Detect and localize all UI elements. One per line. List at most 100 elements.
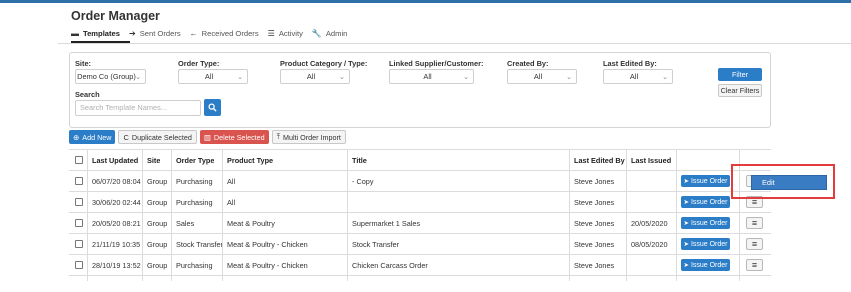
issue-order-label: Issue Order	[690, 177, 728, 185]
cell-title: - Copy	[352, 176, 374, 186]
templates-table: Last Updated Site Order Type Product Typ…	[69, 149, 771, 281]
row-menu-button[interactable]: ≡	[746, 238, 763, 250]
tab-activity[interactable]: ☰ Activity	[268, 29, 303, 38]
multi-order-import-button[interactable]: ⤒ Multi Order Import	[271, 130, 346, 144]
cell-product-type: All	[227, 176, 236, 186]
last-edited-by-label: Last Edited By:	[603, 59, 657, 68]
send-icon: ➤	[683, 199, 689, 206]
search-button[interactable]	[204, 99, 221, 116]
duplicate-selected-button[interactable]: C Duplicate Selected	[118, 130, 197, 144]
col-order-type[interactable]: Order Type	[176, 150, 214, 170]
linked-select-value: All	[423, 72, 432, 81]
order-type-select[interactable]: All ⌄	[178, 69, 248, 84]
cell-order-type: Purchasing	[176, 197, 213, 207]
nav-divider	[58, 43, 851, 44]
issue-order-button[interactable]: ➤ Issue Order	[681, 238, 730, 250]
linked-label: Linked Supplier/Customer:	[389, 59, 484, 68]
table-row[interactable]: 28/10/19 13:52 Group Purchasing Meat & P…	[69, 255, 771, 276]
category-select[interactable]: All ⌄	[280, 69, 350, 84]
cell-site: Group	[147, 239, 168, 249]
import-label: Multi Order Import	[283, 132, 341, 142]
row-checkbox[interactable]	[75, 261, 83, 269]
cell-last-edited-by: Steve Jones	[574, 176, 615, 186]
cell-title: Stock Transfer	[352, 239, 400, 249]
created-by-select[interactable]: All ⌄	[507, 69, 577, 84]
add-new-button[interactable]: ⊕ Add New	[69, 130, 116, 144]
chevron-down-icon: ⌄	[237, 74, 243, 81]
copy-icon: C	[123, 132, 129, 142]
edit-menu-item[interactable]: Edit	[752, 176, 826, 189]
row-menu-button[interactable]: ≡	[746, 259, 763, 271]
cell-order-type: Sales	[176, 218, 195, 228]
issue-order-button[interactable]: ➤ Issue Order	[681, 217, 730, 229]
linked-select[interactable]: All ⌄	[389, 69, 474, 84]
site-select[interactable]: Demo Co (Group) ⌄	[75, 69, 146, 84]
table-row[interactable]: 06/07/20 08:04 Group Purchasing All - Co…	[69, 171, 771, 192]
arrow-right-icon: ➔	[129, 29, 136, 38]
tab-received-orders[interactable]: ← Received Orders	[190, 29, 259, 38]
main-nav: ▬ Templates ➔ Sent Orders ← Received Ord…	[71, 29, 356, 38]
col-last-updated[interactable]: Last Updated	[92, 150, 138, 170]
filter-button[interactable]: Filter	[718, 68, 762, 81]
issue-order-button[interactable]: ➤ Issue Order	[681, 175, 730, 187]
site-select-value: Demo Co (Group)	[77, 72, 136, 81]
cell-order-type: Stock Transfer	[176, 239, 224, 249]
last-edited-by-select-value: All	[629, 72, 639, 81]
delete-selected-button[interactable]: ▥ Delete Selected	[199, 130, 269, 144]
col-site[interactable]: Site	[147, 150, 160, 170]
cell-last-updated: 06/07/20 08:04	[92, 176, 141, 186]
row-checkbox[interactable]	[75, 240, 83, 248]
chevron-down-icon: ⌄	[662, 74, 668, 81]
issue-order-label: Issue Order	[690, 240, 728, 248]
order-type-label: Order Type:	[178, 59, 220, 68]
column-divider	[142, 150, 143, 281]
table-row[interactable]: 21/11/19 10:35 Group Stock Transfer Meat…	[69, 234, 771, 255]
cell-last-updated: 20/05/20 08:21	[92, 218, 141, 228]
cell-title: Supermarket 1 Sales	[352, 218, 421, 228]
issue-order-button[interactable]: ➤ Issue Order	[681, 259, 730, 271]
col-product-type[interactable]: Product Type	[227, 150, 273, 170]
issue-order-button[interactable]: ➤ Issue Order	[681, 196, 730, 208]
cell-site: Group	[147, 176, 168, 186]
col-last-edited-by[interactable]: Last Edited By	[574, 150, 625, 170]
chevron-down-icon: ⌄	[339, 74, 345, 81]
hamburger-icon: ≡	[751, 218, 758, 228]
inbox-tray-icon: ▬	[71, 29, 79, 38]
tab-label: Admin	[325, 29, 348, 38]
list-icon: ☰	[267, 29, 275, 38]
tab-admin[interactable]: 🔧 Admin	[312, 29, 348, 38]
last-edited-by-select[interactable]: All ⌄	[603, 69, 673, 84]
row-checkbox[interactable]	[75, 198, 83, 206]
clear-filters-button[interactable]: Clear Filters	[718, 84, 762, 97]
search-input[interactable]: Search Template Names...	[75, 100, 201, 116]
col-last-issued[interactable]: Last Issued	[631, 150, 671, 170]
cell-last-edited-by: Steve Jones	[574, 218, 615, 228]
cell-last-updated: 30/06/20 02:44	[92, 197, 141, 207]
table-row[interactable]: 20/05/20 08:21 Group Sales Meat & Poultr…	[69, 213, 771, 234]
column-divider	[222, 150, 223, 281]
tab-sent-orders[interactable]: ➔ Sent Orders	[129, 29, 181, 38]
cell-product-type: Meat & Poultry	[227, 218, 275, 228]
plus-circle-icon: ⊕	[73, 132, 80, 142]
row-checkbox[interactable]	[75, 219, 83, 227]
tab-templates[interactable]: ▬ Templates	[71, 29, 120, 38]
row-menu-button[interactable]: ≡	[746, 217, 763, 229]
category-label: Product Category / Type:	[280, 59, 368, 68]
app-title: Order Manager	[71, 9, 160, 23]
select-all-checkbox[interactable]	[75, 156, 83, 164]
cell-last-updated: 21/11/19 10:35	[92, 239, 141, 249]
issue-order-label: Issue Order	[690, 198, 728, 206]
cell-last-issued: 20/05/2020	[631, 218, 668, 228]
col-title[interactable]: Title	[352, 150, 367, 170]
select-all-checkbox-cell	[75, 150, 83, 170]
hamburger-icon: ≡	[751, 260, 758, 270]
send-icon: ➤	[683, 241, 689, 248]
send-icon: ➤	[683, 220, 689, 227]
table-header-row: Last Updated Site Order Type Product Typ…	[69, 150, 771, 171]
table-row[interactable]: 30/06/20 02:44 Group Purchasing All Stev…	[69, 192, 771, 213]
cell-site: Group	[147, 260, 168, 270]
add-new-label: Add New	[82, 132, 112, 142]
row-checkbox[interactable]	[75, 177, 83, 185]
cell-last-updated: 28/10/19 13:52	[92, 260, 141, 270]
send-icon: ➤	[683, 178, 689, 185]
